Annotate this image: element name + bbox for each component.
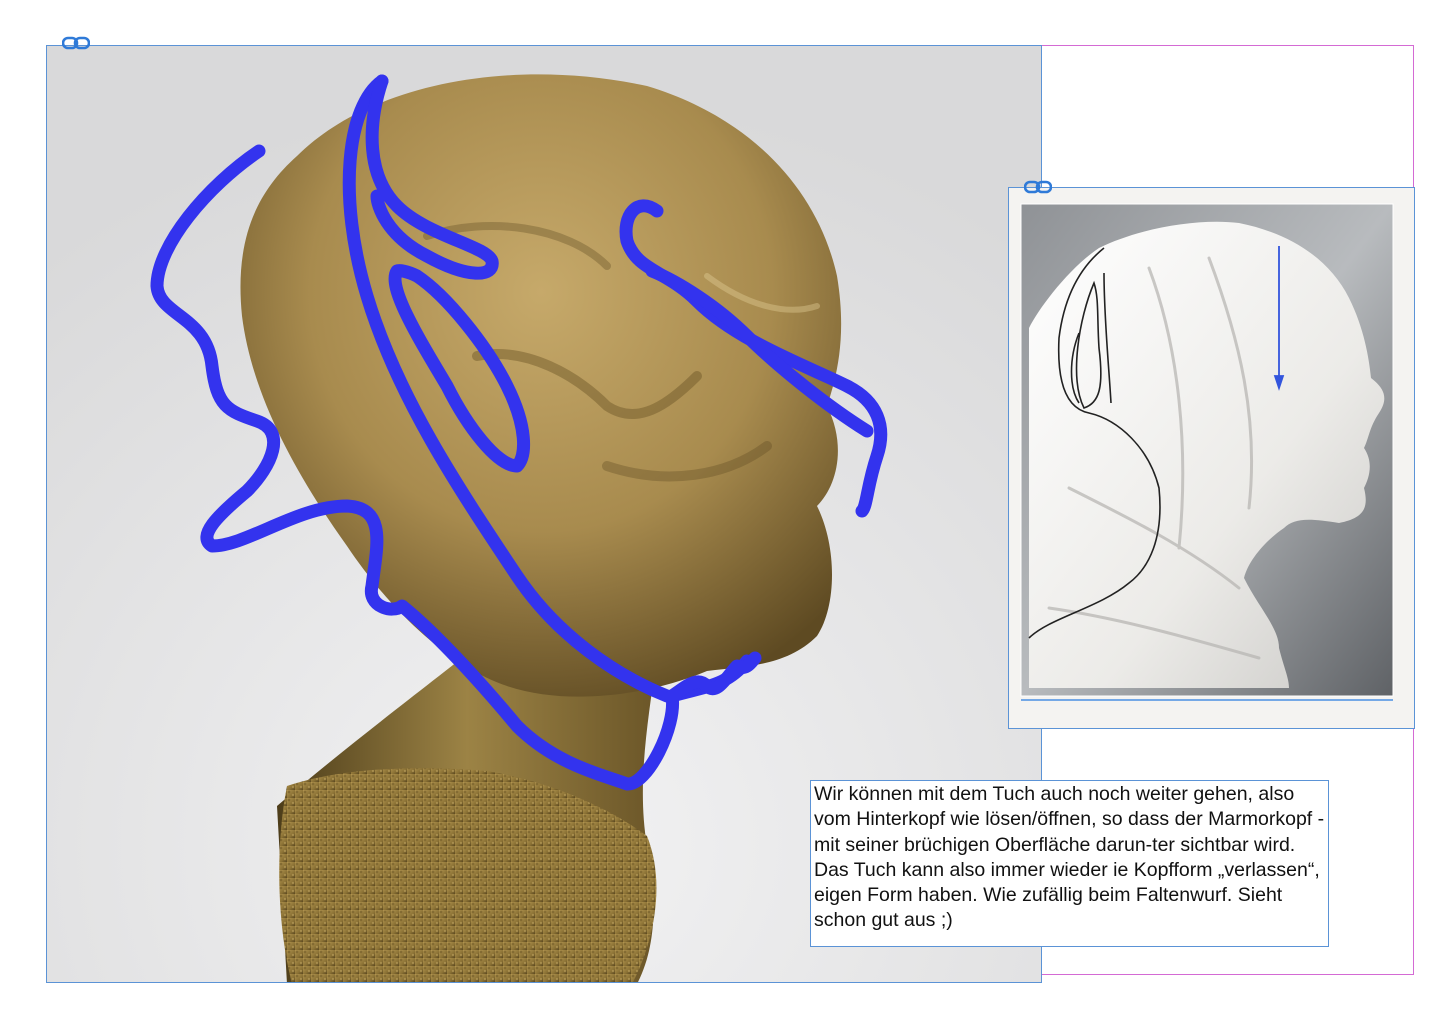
chain-link-icon[interactable] (62, 36, 90, 50)
chain-link-icon[interactable] (1024, 180, 1052, 194)
note-text: Wir können mit dem Tuch auch noch weiter… (814, 783, 1325, 932)
side-image-frame[interactable] (1008, 187, 1415, 729)
note-text-frame[interactable]: Wir können mit dem Tuch auch noch weiter… (810, 780, 1329, 947)
draped-head-photo-icon (1020, 203, 1394, 701)
